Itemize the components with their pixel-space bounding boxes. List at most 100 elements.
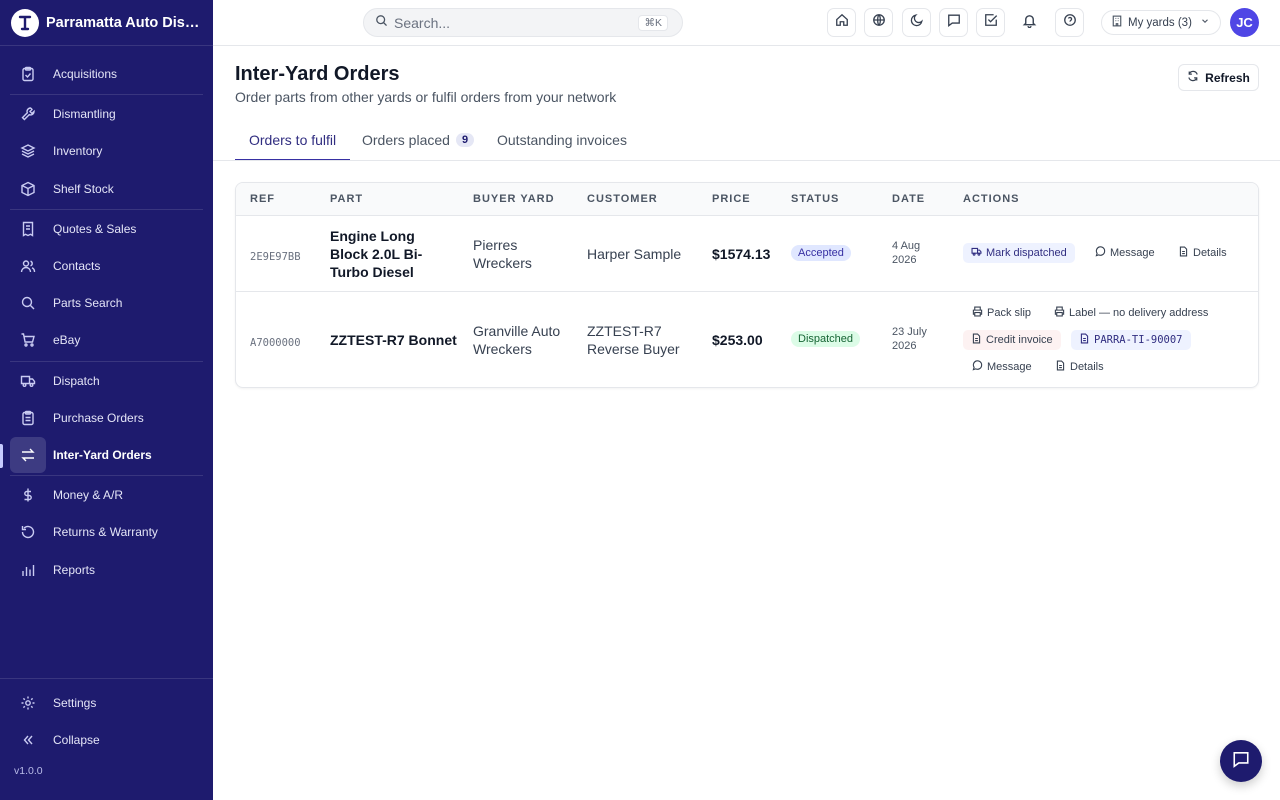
divider xyxy=(0,678,213,679)
globe-icon xyxy=(872,13,886,32)
users-icon xyxy=(10,248,46,284)
refresh-button[interactable]: Refresh xyxy=(1178,64,1259,91)
sidebar-item-label: Parts Search xyxy=(53,296,123,310)
sidebar-item-label: Settings xyxy=(53,696,97,710)
pack-slip-button[interactable]: Pack slip xyxy=(972,303,1031,323)
printer-icon xyxy=(1054,306,1065,320)
sidebar-item-parts-search[interactable]: Parts Search xyxy=(10,285,203,321)
label-button[interactable]: Label — no delivery address xyxy=(1054,303,1208,323)
part-name: ZZTEST-R7 Bonnet xyxy=(330,332,457,348)
cart-icon xyxy=(10,322,46,358)
tab-label: Orders placed xyxy=(362,132,450,148)
search-icon xyxy=(10,285,46,321)
help-button[interactable] xyxy=(1055,8,1084,37)
chat-button[interactable] xyxy=(1220,740,1262,782)
chat-icon xyxy=(1232,750,1250,773)
mark-dispatched-label: Mark dispatched xyxy=(986,247,1067,259)
chevrons-left-icon xyxy=(10,722,46,758)
active-indicator xyxy=(0,444,3,468)
message-square-icon xyxy=(947,13,961,32)
refresh-label: Refresh xyxy=(1205,70,1250,85)
sidebar-item-contacts[interactable]: Contacts xyxy=(10,248,203,284)
sidebar-item-label: Returns & Warranty xyxy=(53,525,158,539)
sidebar-item-dispatch[interactable]: Dispatch xyxy=(10,363,203,399)
column-header-part: PART xyxy=(330,193,364,205)
home-button[interactable] xyxy=(827,8,856,37)
order-date: 23 July 2026 xyxy=(892,325,927,353)
file-icon xyxy=(1079,333,1090,347)
box-icon xyxy=(10,171,46,207)
date-year: 2026 xyxy=(892,254,917,266)
status-badge: Dispatched xyxy=(791,331,861,347)
avatar[interactable]: JC xyxy=(1230,8,1259,37)
details-button[interactable]: Details xyxy=(1055,357,1104,377)
tab-orders-to-fulfil[interactable]: Orders to fulfil xyxy=(235,132,351,161)
help-circle-icon xyxy=(1063,13,1077,32)
brand[interactable]: Parramatta Auto Dismantlers xyxy=(0,0,213,46)
building-icon xyxy=(1111,15,1123,30)
dollar-icon xyxy=(10,477,46,513)
message-circle-icon xyxy=(972,360,983,374)
credit-invoice-button[interactable]: Credit invoice xyxy=(963,330,1061,350)
sidebar-item-label: Contacts xyxy=(53,259,101,273)
order-ref: 2E9E97BB xyxy=(250,251,301,263)
details-label: Details xyxy=(1193,247,1227,259)
tab-orders-placed[interactable]: Orders placed 9 xyxy=(362,132,475,161)
sidebar-item-quotes-sales[interactable]: Quotes & Sales xyxy=(10,211,203,247)
message-button[interactable]: Message xyxy=(1095,243,1155,263)
column-header-actions: ACTIONS xyxy=(963,193,1020,205)
status-badge: Accepted xyxy=(791,245,851,261)
customer: Harper Sample xyxy=(587,246,682,262)
date-day: 4 Aug xyxy=(892,240,921,252)
globe-button[interactable] xyxy=(864,8,893,37)
sidebar-item-acquisitions[interactable]: Acquisitions xyxy=(10,56,203,92)
notifications-button[interactable] xyxy=(1015,8,1044,37)
sidebar-item-inter-yard-orders[interactable]: Inter-Yard Orders xyxy=(10,437,203,473)
clipboard-list-icon xyxy=(10,400,46,436)
invoice-code: PARRA-TI-90007 xyxy=(1094,334,1183,346)
receipt-icon xyxy=(10,211,46,247)
search-input[interactable]: Search... ⌘K xyxy=(363,8,683,37)
details-label: Details xyxy=(1070,361,1104,373)
bar-chart-icon xyxy=(10,552,46,588)
sidebar-item-label: Dismantling xyxy=(53,107,116,121)
chevron-down-icon xyxy=(1200,16,1210,29)
tab-label: Outstanding invoices xyxy=(497,132,627,148)
tab-outstanding-invoices[interactable]: Outstanding invoices xyxy=(497,132,627,161)
sidebar-item-reports[interactable]: Reports xyxy=(10,552,203,588)
sidebar-item-ebay[interactable]: eBay xyxy=(10,322,203,358)
sidebar-item-label: Reports xyxy=(53,563,96,577)
message-button[interactable]: Message xyxy=(972,357,1032,377)
search-placeholder: Search... xyxy=(394,14,451,31)
sidebar-item-settings[interactable]: Settings xyxy=(10,685,203,721)
sidebar-item-inventory[interactable]: Inventory xyxy=(10,133,203,169)
yards-selector[interactable]: My yards (3) xyxy=(1101,10,1221,35)
sidebar-item-returns-warranty[interactable]: Returns & Warranty xyxy=(10,514,203,550)
invoice-link[interactable]: PARRA-TI-90007 xyxy=(1071,330,1191,350)
details-button[interactable]: Details xyxy=(1178,243,1227,263)
sidebar-item-label: Money & A/R xyxy=(53,488,124,502)
file-icon xyxy=(1055,360,1066,374)
buyer-yard: Granville Auto Wreckers xyxy=(473,323,561,357)
brand-logo-icon xyxy=(11,8,39,37)
tasks-button[interactable] xyxy=(976,8,1005,37)
layers-icon xyxy=(10,133,46,169)
clipboard-icon xyxy=(10,56,46,92)
date-year: 2026 xyxy=(892,340,917,352)
collapse-button[interactable]: Collapse xyxy=(10,722,203,758)
sidebar-item-shelf-stock[interactable]: Shelf Stock xyxy=(10,171,203,207)
message-label: Message xyxy=(1110,247,1155,259)
theme-toggle-button[interactable] xyxy=(902,8,931,37)
sidebar-item-label: Shelf Stock xyxy=(53,182,114,196)
search-icon xyxy=(375,14,388,32)
swap-icon xyxy=(10,437,46,473)
brand-name: Parramatta Auto Dismantlers xyxy=(46,14,206,31)
sidebar-item-money-ar[interactable]: Money & A/R xyxy=(10,477,203,513)
column-header-buyer-yard: BUYER YARD xyxy=(473,193,555,205)
truck-icon xyxy=(10,363,46,399)
sidebar-item-dismantling[interactable]: Dismantling xyxy=(10,96,203,132)
sidebar-item-purchase-orders[interactable]: Purchase Orders xyxy=(10,400,203,436)
messages-button[interactable] xyxy=(939,8,968,37)
tabs-divider xyxy=(213,160,1280,161)
mark-dispatched-button[interactable]: Mark dispatched xyxy=(963,243,1075,263)
